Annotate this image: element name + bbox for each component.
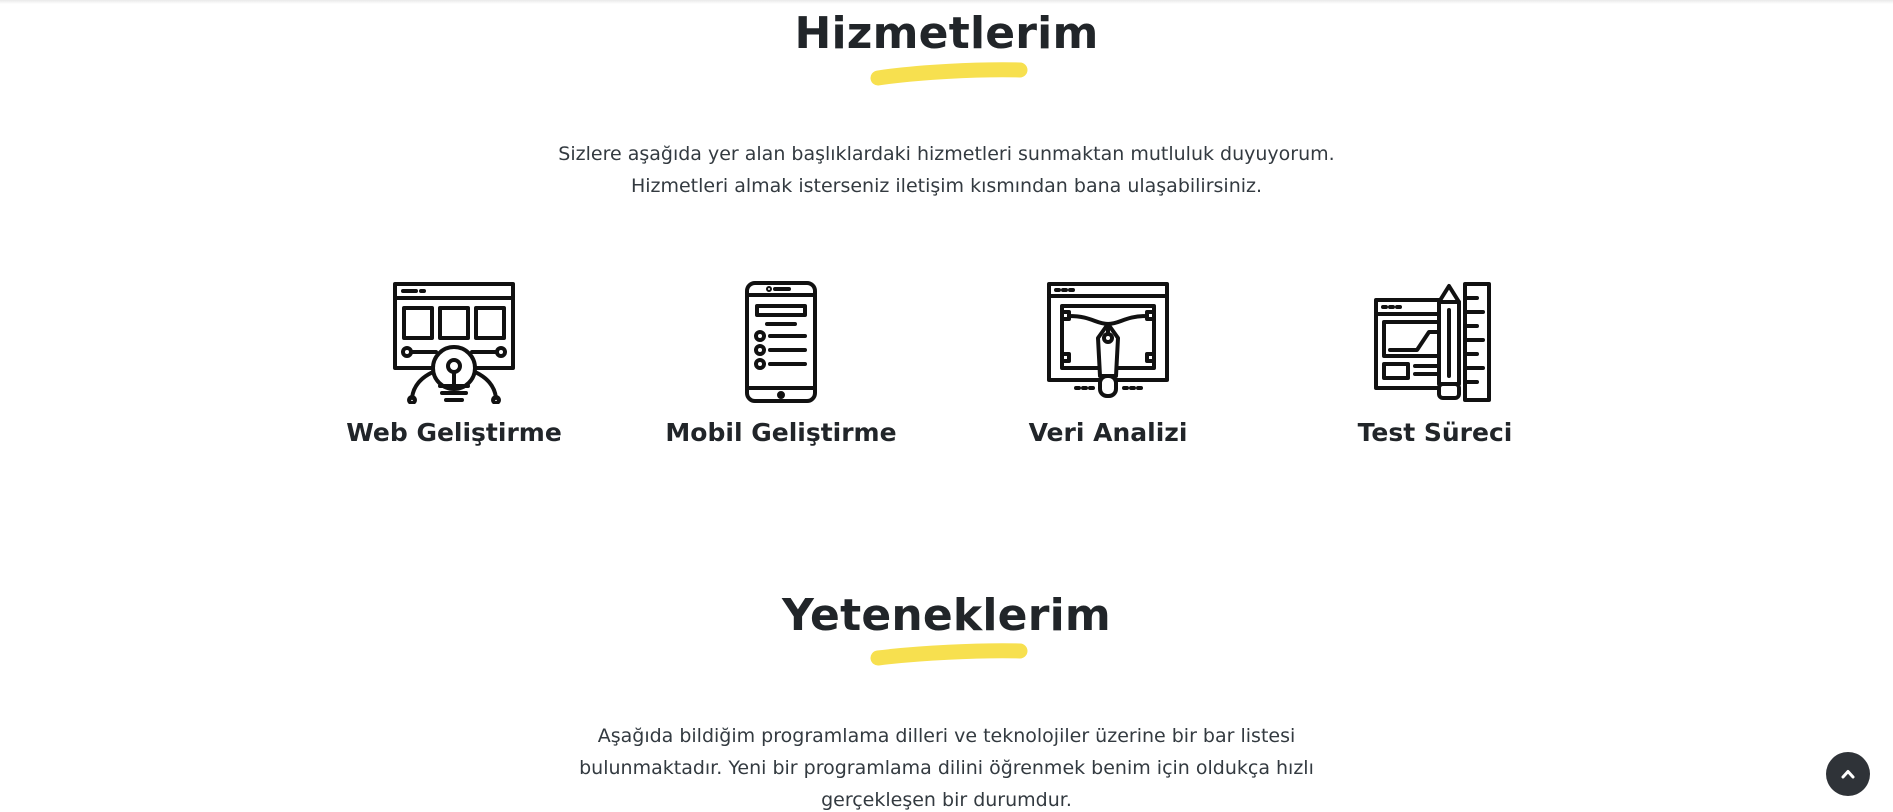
services-description-line: Sizlere aşağıda yer alan başlıklardaki h… <box>558 143 1335 165</box>
service-label: Veri Analizi <box>1028 418 1188 447</box>
service-card-mobile: Mobil Geliştirme <box>651 280 911 447</box>
web-development-icon <box>393 282 515 404</box>
service-card-test: Test Süreci <box>1305 280 1565 447</box>
header-shadow <box>0 0 1893 4</box>
pen-tool-design-icon <box>1047 282 1169 398</box>
skills-description-line: Aşağıda bildiğim programlama dilleri ve … <box>597 725 1296 747</box>
service-label: Test Süreci <box>1357 418 1513 447</box>
skills-description-line: gerçekleşen bir durumdur. <box>821 789 1072 811</box>
browser-ruler-pencil-icon <box>1374 282 1491 402</box>
service-card-web: Web Geliştirme <box>324 280 584 447</box>
services-description: Sizlere aşağıda yer alan başlıklardaki h… <box>0 138 1893 202</box>
mobile-phone-icon <box>745 281 817 403</box>
scroll-to-top-button[interactable] <box>1826 752 1870 796</box>
skills-description-line: bulunmaktadır. Yeni bir programlama dili… <box>579 757 1314 779</box>
service-label: Web Geliştirme <box>346 418 562 447</box>
service-card-data: Veri Analizi <box>978 280 1238 447</box>
service-label: Mobil Geliştirme <box>665 418 897 447</box>
skills-title-underline <box>870 643 1028 666</box>
chevron-up-icon <box>1841 770 1855 779</box>
skills-title: Yeteneklerim <box>782 590 1111 641</box>
services-title: Hizmetlerim <box>794 8 1099 59</box>
skills-description: Aşağıda bildiğim programlama dilleri ve … <box>0 720 1893 812</box>
services-description-line: Hizmetleri almak isterseniz iletişim kıs… <box>630 175 1263 197</box>
services-title-underline <box>870 62 1028 86</box>
